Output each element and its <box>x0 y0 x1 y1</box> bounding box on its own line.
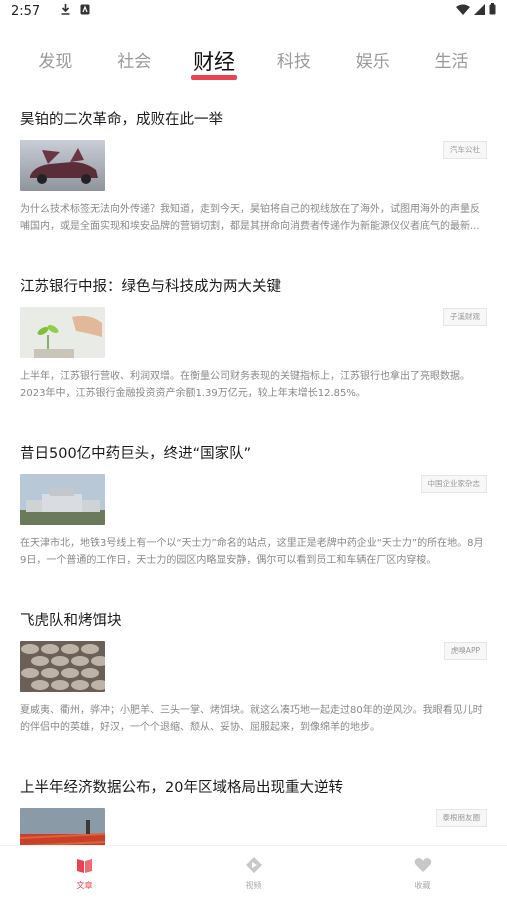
battery-icon <box>489 3 496 19</box>
wifi-icon <box>456 4 470 19</box>
article-excerpt: 为什么技术标签无法向外传递？我知道，走到今天，昊铂将自己的视线放在了海外，试图用… <box>20 204 480 232</box>
tab-label: 娱乐 <box>355 52 390 72</box>
article-thumbnail-field <box>20 808 105 845</box>
article-title: 昊铂的二次革命，成败在此一举 <box>20 112 223 128</box>
tab-label: 财经 <box>193 50 236 74</box>
article-thumbnail-car <box>20 140 105 191</box>
article-title: 江苏银行中报：绿色与科技成为两大关键 <box>20 279 281 295</box>
source-badge: 子溪财观 <box>443 308 487 326</box>
tab-label: 社会 <box>117 52 152 72</box>
article-title: 上半年经济数据公布，20年区域格局出现重大逆转 <box>20 780 343 796</box>
signal-icon <box>474 3 485 19</box>
article-card[interactable]: 江苏银行中报：绿色与科技成为两大关键 子溪财观 上半年，江苏银行营收、利润双增。… <box>0 271 507 436</box>
nav-label: 视频 <box>245 880 262 890</box>
source-badge: 虎嗅APP <box>443 642 487 660</box>
nav-favorites[interactable]: 收藏 <box>373 857 473 891</box>
article-card[interactable]: 飞虎队和烤饵块 虎嗅APP 夏威夷、衢州，骅冲；小肥羊、三头一掌、烤饵块。就这么… <box>0 605 507 770</box>
article-title: 飞虎队和烤饵块 <box>20 613 122 629</box>
source-badge: 汽车公社 <box>443 141 487 159</box>
article-icon <box>76 857 93 877</box>
article-title: 昔日500亿中药巨头，终进“国家队” <box>20 446 252 462</box>
tab-label: 生活 <box>434 52 469 72</box>
article-thumbnail-food <box>20 641 105 692</box>
article-excerpt: 夏威夷、衢州，骅冲；小肥羊、三头一掌、烤饵块。就这么凑巧地一起走过80年的逆风沙… <box>20 705 483 733</box>
tab-label: 发现 <box>38 52 73 72</box>
article-card[interactable]: 昔日500亿中药巨头，终进“国家队” 中国企业家杂志 在天津市北，地铁3号线上有… <box>0 438 507 603</box>
article-thumbnail-sprout <box>20 307 105 358</box>
article-card[interactable]: 昊铂的二次革命，成败在此一举 汽车公社 为什么技术标签无法向外传递？我知道，走到… <box>0 104 507 269</box>
tab-finance[interactable]: 财经 <box>191 44 238 80</box>
download-icon <box>60 3 71 19</box>
source-badge: 泰根朋友圈 <box>435 809 487 827</box>
tab-discover[interactable]: 发现 <box>35 44 75 80</box>
video-icon <box>245 856 262 877</box>
article-excerpt: 上半年，江苏银行营收、利润双增。在衡量公司财务表现的关键指标上，江苏银行也拿出了… <box>20 371 470 399</box>
status-bar: 2:57 <box>0 0 507 22</box>
nav-articles[interactable]: 文章 <box>35 857 135 891</box>
tab-society[interactable]: 社会 <box>114 44 154 80</box>
article-card[interactable]: 上半年经济数据公布，20年区域格局出现重大逆转 泰根朋友圈 <box>0 772 507 845</box>
category-tabs: 发现 社会 财经 科技 娱乐 生活 <box>0 44 507 84</box>
tab-label: 科技 <box>276 52 311 72</box>
heart-icon <box>414 857 432 877</box>
notification-a-icon <box>80 4 90 19</box>
article-feed[interactable]: 昊铂的二次革命，成败在此一举 汽车公社 为什么技术标签无法向外传递？我知道，走到… <box>0 100 507 845</box>
nav-label: 文章 <box>76 880 93 890</box>
status-time: 2:57 <box>11 3 41 19</box>
source-badge: 中国企业家杂志 <box>420 475 487 493</box>
active-tab-indicator <box>191 75 238 80</box>
article-excerpt: 在天津市北，地铁3号线上有一个以“天士力”命名的站点，这里正是老牌中药企业“天士… <box>20 538 484 566</box>
tab-life[interactable]: 生活 <box>432 44 472 80</box>
nav-video[interactable]: 视频 <box>204 856 304 891</box>
tab-entertainment[interactable]: 娱乐 <box>353 44 393 80</box>
article-thumbnail-building <box>20 474 105 525</box>
nav-label: 收藏 <box>414 880 431 890</box>
tab-tech[interactable]: 科技 <box>274 44 314 80</box>
bottom-navigation: 文章 视频 收藏 <box>0 845 507 901</box>
